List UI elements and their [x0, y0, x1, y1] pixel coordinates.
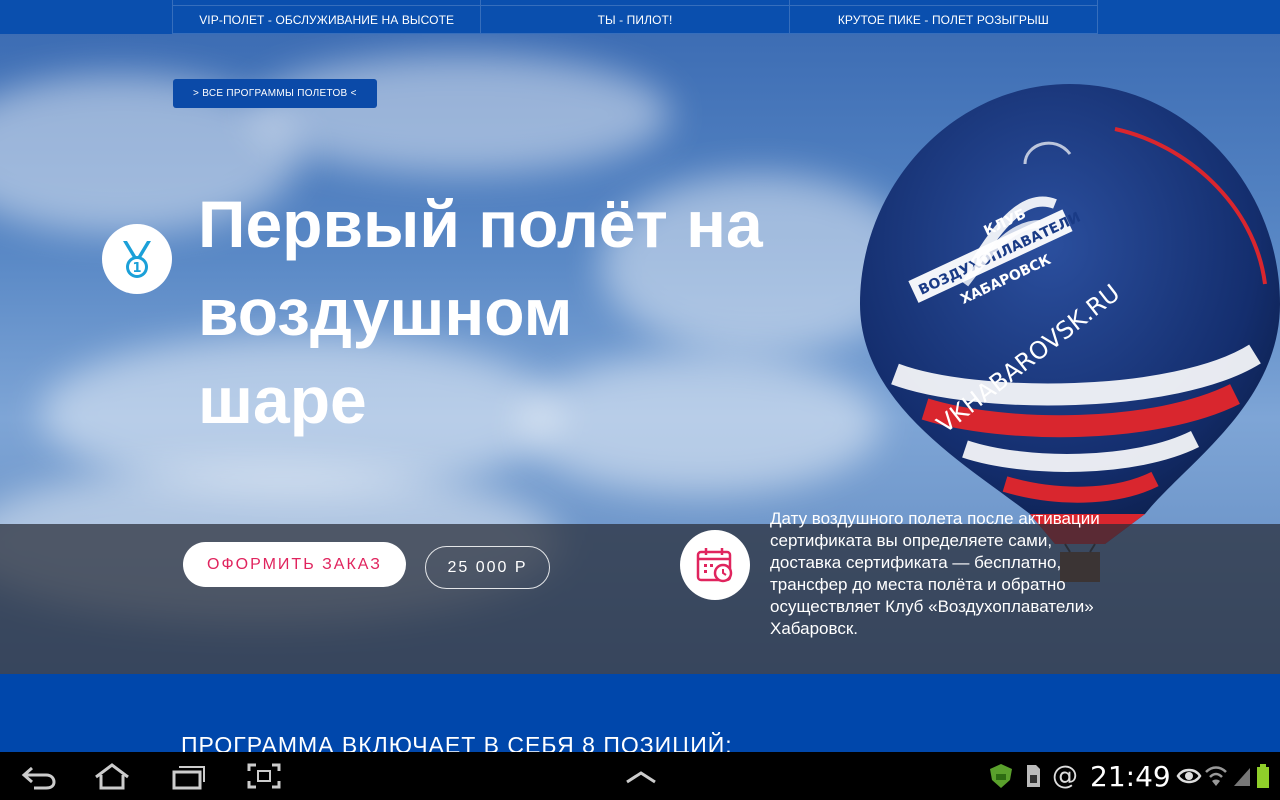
system-clock: 21:49: [1090, 760, 1171, 793]
medal-1-icon: 1: [102, 224, 172, 294]
sd-card-icon: [1027, 765, 1040, 787]
info-line: осуществляет Клуб «Воздухоплаватели»: [770, 597, 1094, 616]
title-line-1: Первый полёт на: [198, 187, 763, 261]
info-line: сертификата вы определяете сами,: [770, 531, 1053, 550]
nav-item-dive-prank[interactable]: КРУТОЕ ПИКЕ - ПОЛЕТ РОЗЫГРЫШ: [788, 6, 1098, 34]
menu-up-icon[interactable]: [624, 762, 658, 790]
eye-icon: [1176, 768, 1202, 784]
at-icon: @: [1052, 761, 1078, 791]
page-title: Первый полёт на воздушном шаре: [198, 180, 763, 444]
all-programs-button[interactable]: > ВСЕ ПРОГРАММЫ ПОЛЕТОВ <: [173, 79, 377, 108]
battery-icon: [1257, 764, 1269, 788]
signal-icon: [1234, 768, 1250, 786]
info-line: доставка сертификата — бесплатно,: [770, 553, 1062, 572]
order-button[interactable]: ОФОРМИТЬ ЗАКАЗ: [183, 542, 406, 587]
system-navigation-bar: @ 21:49: [0, 752, 1280, 800]
price-badge: 25 000 Р: [425, 546, 550, 589]
shield-icon: [990, 764, 1012, 788]
nav-item-vip-flight[interactable]: VIP-ПОЛЕТ - ОБСЛУЖИВАНИЕ НА ВЫСОТЕ: [172, 6, 481, 34]
title-line-2: воздушном: [198, 275, 573, 349]
info-line: трансфер до места полёта и обратно: [770, 575, 1066, 594]
home-icon[interactable]: [92, 762, 132, 790]
svg-text:1: 1: [132, 261, 141, 276]
calendar-clock-icon: [680, 530, 750, 600]
nav-row: VIP-ПОЛЕТ - ОБСЛУЖИВАНИЕ НА ВЫСОТЕ ТЫ - …: [172, 6, 1098, 34]
delivery-info-text: Дату воздушного полета после активации с…: [770, 508, 1150, 640]
info-line: Дату воздушного полета после активации: [770, 509, 1100, 528]
back-icon[interactable]: [20, 762, 58, 790]
cloud: [250, 54, 670, 174]
program-section: ПРОГРАММА ВКЛЮЧАЕТ В СЕБЯ 8 ПОЗИЦИЙ:: [0, 674, 1280, 758]
title-line-3: шаре: [198, 363, 367, 437]
screenshot-icon[interactable]: [246, 762, 282, 790]
nav-item-you-pilot[interactable]: ТЫ - ПИЛОТ!: [480, 6, 789, 34]
recents-icon[interactable]: [170, 762, 208, 790]
wifi-icon: [1205, 766, 1227, 786]
top-navigation: VIP-ПОЛЕТ - ОБСЛУЖИВАНИЕ НА ВЫСОТЕ ТЫ - …: [0, 0, 1280, 34]
info-line: Хабаровск.: [770, 619, 859, 638]
